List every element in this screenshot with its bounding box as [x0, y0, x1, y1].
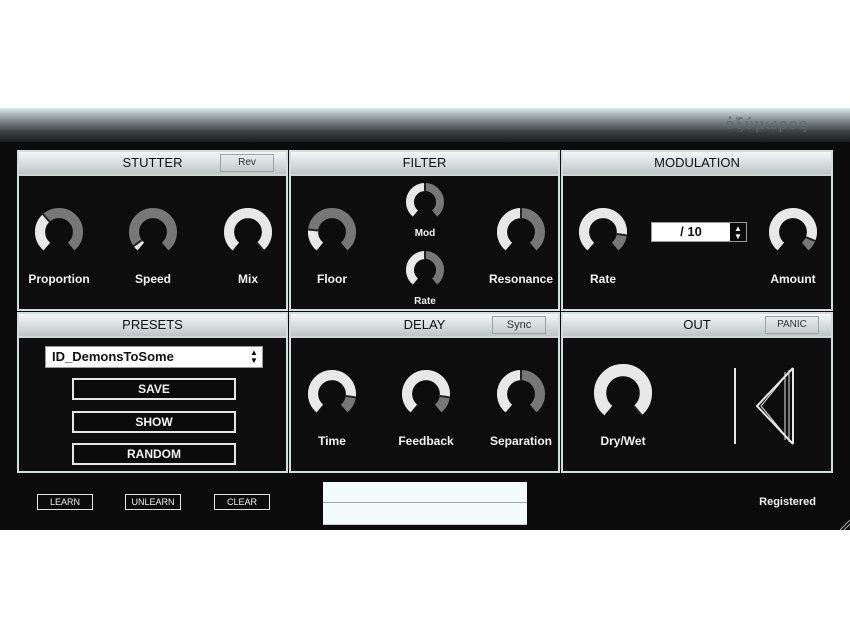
time-knob[interactable]: [304, 366, 360, 422]
amount-label: Amount: [753, 272, 833, 286]
knob-value-arc: [410, 187, 425, 214]
mod-rate-label: Rate: [563, 272, 643, 286]
floor-knob[interactable]: [304, 204, 360, 260]
time-label: Time: [292, 434, 372, 448]
filter-panel: FILTER Floor Mod Rate Resonance: [289, 150, 560, 311]
floor-label: Floor: [292, 272, 372, 286]
knob-value-arc: [502, 375, 521, 408]
resonance-label: Resonance: [481, 272, 561, 286]
knob-value-arc: [600, 370, 646, 410]
out-panel: OUT PANIC Dry/Wet: [561, 312, 833, 473]
out-title: OUT PANIC: [563, 314, 831, 338]
knob-value-arc: [502, 213, 521, 246]
mix-label: Mix: [208, 272, 288, 286]
proportion-knob[interactable]: [31, 204, 87, 260]
dry-wet-label: Dry/Wet: [583, 434, 663, 448]
panic-button[interactable]: PANIC: [765, 316, 819, 334]
modulation-panel: MODULATION Rate / 10 ▲▼ Amount: [561, 150, 833, 311]
plugin-window: ὀξύμωρος STUTTER Rev Proportion Speed Mi…: [0, 108, 850, 530]
dry-wet-knob[interactable]: [590, 360, 656, 426]
filter-title: FILTER: [291, 152, 558, 176]
oxymoron-logo-icon: [731, 364, 801, 446]
presets-title: PRESETS: [19, 314, 286, 338]
preset-select[interactable]: ID_DemonsToSome ▲▼: [45, 346, 263, 368]
clear-button[interactable]: CLEAR: [214, 494, 270, 510]
delay-title: DELAY Sync: [291, 314, 558, 338]
resonance-knob[interactable]: [493, 204, 549, 260]
feedback-label: Feedback: [386, 434, 466, 448]
title-bar: ὀξύμωρος: [0, 108, 850, 142]
separation-label: Separation: [481, 434, 561, 448]
mod-label: Mod: [385, 228, 465, 239]
status-display: [323, 482, 527, 525]
modulation-title: MODULATION: [563, 152, 831, 176]
stutter-title: STUTTER Rev: [19, 152, 286, 176]
proportion-label: Proportion: [19, 272, 99, 286]
knob-value-arc: [40, 218, 47, 247]
knob-indicator: [617, 234, 627, 235]
unlearn-button[interactable]: UNLEARN: [125, 494, 181, 510]
preset-select-value: ID_DemonsToSome: [52, 349, 174, 364]
learn-button[interactable]: LEARN: [37, 494, 93, 510]
logo: ὀξύμωρος: [725, 115, 808, 133]
rate-knob[interactable]: [403, 248, 447, 292]
stutter-panel: STUTTER Rev Proportion Speed Mix: [17, 150, 288, 311]
status-divider: [323, 502, 527, 503]
rate-label: Rate: [385, 296, 465, 307]
rev-button[interactable]: Rev: [220, 154, 274, 172]
mod-rate-select[interactable]: / 10 ▲▼: [651, 222, 747, 242]
random-button[interactable]: RANDOM: [72, 443, 236, 465]
amount-knob[interactable]: [765, 204, 821, 260]
feedback-knob[interactable]: [398, 366, 454, 422]
knob-indicator: [440, 396, 450, 397]
mix-knob[interactable]: [220, 204, 276, 260]
registered-label: Registered: [759, 496, 816, 508]
save-button[interactable]: SAVE: [72, 378, 236, 400]
presets-panel: PRESETS ID_DemonsToSome ▲▼ SAVE SHOW RAN…: [17, 312, 288, 473]
knob-value-arc: [313, 230, 320, 247]
mod-rate-select-value: / 10: [680, 224, 702, 239]
delay-panel: DELAY Sync Time Feedback Separation: [289, 312, 560, 473]
knob-value-arc: [410, 255, 425, 282]
speed-knob[interactable]: [125, 204, 181, 260]
knob-indicator: [346, 396, 356, 397]
mod-rate-knob[interactable]: [575, 204, 631, 260]
sync-button[interactable]: Sync: [492, 316, 546, 334]
separation-knob[interactable]: [493, 366, 549, 422]
select-arrows-icon: ▲▼: [730, 223, 746, 241]
knob-indicator: [308, 229, 318, 230]
show-button[interactable]: SHOW: [72, 411, 236, 433]
mod-knob[interactable]: [403, 180, 447, 224]
speed-label: Speed: [113, 272, 193, 286]
resize-grip-icon[interactable]: [838, 518, 850, 530]
knob-value-arc: [229, 213, 267, 246]
select-arrows-icon: ▲▼: [246, 347, 262, 367]
